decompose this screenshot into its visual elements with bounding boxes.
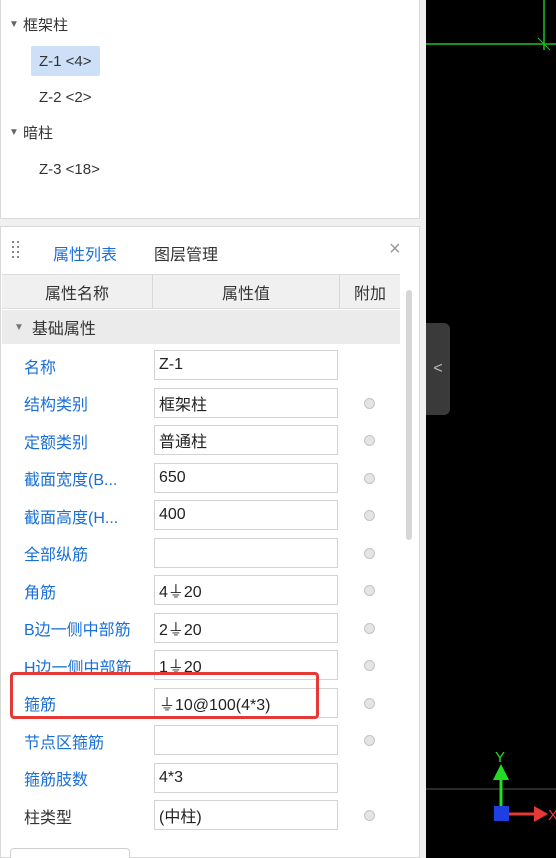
- caret-down-icon[interactable]: ▼: [9, 19, 23, 30]
- left-panel: ▼ 框架柱 Z-1 <4> Z-2 <2> ▼ 暗柱 Z-3 <18> 属性列表…: [0, 0, 426, 858]
- y-axis-arrow-icon: [493, 764, 509, 780]
- component-tree: ▼ 框架柱 Z-1 <4> Z-2 <2> ▼ 暗柱 Z-3 <18>: [0, 0, 420, 219]
- property-name: 结构类别: [24, 397, 89, 414]
- table-row[interactable]: 柱类型 (中柱): [2, 797, 400, 835]
- tab-layer-management[interactable]: 图层管理: [154, 241, 218, 264]
- origin-marker: [494, 806, 509, 821]
- property-value-input[interactable]: 650: [154, 462, 338, 493]
- collapse-panel-button[interactable]: <: [426, 323, 450, 415]
- drag-handle-icon[interactable]: [12, 241, 20, 259]
- property-name: 名称: [24, 359, 57, 377]
- property-value-input[interactable]: Z-1: [154, 350, 338, 380]
- property-name: 定额类别: [24, 434, 89, 452]
- tree-item-z3[interactable]: Z-3 <18>: [31, 154, 108, 184]
- extra-radio-icon[interactable]: [364, 810, 375, 821]
- chevron-left-icon: <: [433, 360, 443, 377]
- property-name: 节点区箍筋: [24, 734, 105, 752]
- property-value-input[interactable]: 普通柱: [154, 425, 338, 455]
- tree-item-z2[interactable]: Z-2 <2>: [31, 82, 100, 112]
- property-value-input[interactable]: 400: [154, 500, 338, 530]
- property-value-input[interactable]: [154, 537, 338, 568]
- column-header-name: 属性名称: [2, 275, 153, 309]
- bottom-button[interactable]: [10, 848, 130, 858]
- tree-group-label: 框架柱: [23, 16, 69, 34]
- table-row[interactable]: 截面宽度(B... 650: [2, 460, 400, 498]
- property-name: 截面高度(H...: [24, 509, 119, 527]
- extra-radio-icon[interactable]: [364, 735, 375, 746]
- extra-radio-icon[interactable]: [364, 472, 375, 484]
- tree-item-z1[interactable]: Z-1 <4>: [31, 46, 100, 76]
- table-header: 属性名称 属性值 附加: [2, 274, 400, 309]
- scrollbar-thumb[interactable]: [406, 290, 412, 540]
- close-icon[interactable]: ×: [389, 239, 401, 259]
- property-name: 全部纵筋: [24, 547, 89, 564]
- table-row[interactable]: 全部纵筋: [2, 535, 400, 573]
- property-name: 箍筋肢数: [24, 772, 89, 789]
- tree-group-hidden-column[interactable]: ▼ 暗柱: [9, 121, 53, 143]
- table-row[interactable]: 截面高度(H... 400: [2, 497, 400, 535]
- properties-panel: 属性列表 图层管理 × 属性名称 属性值 附加 ▼ 基础属性 名称 Z-1 结构类别…: [0, 226, 420, 858]
- extra-radio-icon[interactable]: [364, 660, 375, 671]
- highlight-annotation: [10, 672, 319, 719]
- property-value-input[interactable]: 框架柱: [154, 387, 338, 418]
- extra-radio-icon[interactable]: [364, 397, 375, 409]
- properties-header: 属性列表 图层管理 ×: [1, 227, 419, 273]
- x-axis-label: X: [548, 807, 556, 824]
- tree-group-label: 暗柱: [23, 124, 54, 142]
- column-header-extra: 附加: [353, 286, 386, 303]
- extra-radio-icon[interactable]: [364, 697, 375, 709]
- property-name: 柱类型: [24, 809, 73, 827]
- extra-radio-icon[interactable]: [364, 435, 375, 446]
- extra-radio-icon[interactable]: [364, 622, 375, 634]
- property-name: 角筋: [24, 584, 57, 602]
- table-row[interactable]: B边一侧中部筋 2⏚20: [2, 610, 400, 648]
- x-axis-arrow-icon: [534, 806, 548, 822]
- extra-radio-icon[interactable]: [364, 585, 375, 596]
- table-row[interactable]: 定额类别 普通柱: [2, 422, 400, 460]
- table-row[interactable]: 节点区箍筋: [2, 722, 400, 760]
- section-basic-properties[interactable]: ▼ 基础属性: [2, 310, 400, 344]
- extra-radio-icon[interactable]: [364, 547, 375, 559]
- canvas-svg: Y X: [426, 0, 556, 824]
- table-row[interactable]: 结构类别 框架柱: [2, 385, 400, 423]
- property-value-input[interactable]: 2⏚20: [154, 612, 338, 643]
- extra-radio-icon[interactable]: [364, 510, 375, 521]
- table-row[interactable]: 箍筋肢数 4*3: [2, 760, 400, 798]
- drawing-canvas[interactable]: Y X: [426, 0, 556, 858]
- y-axis-label: Y: [495, 749, 505, 766]
- property-value-input[interactable]: [154, 725, 338, 755]
- property-value-input[interactable]: (中柱): [154, 800, 338, 830]
- property-name: 截面宽度(B...: [24, 472, 118, 489]
- table-row[interactable]: 角筋 4⏚20: [2, 572, 400, 610]
- property-value-input[interactable]: 4*3: [154, 762, 338, 793]
- caret-down-icon[interactable]: ▼: [9, 127, 23, 138]
- property-name: B边一侧中部筋: [24, 622, 131, 639]
- caret-down-icon[interactable]: ▼: [14, 322, 24, 333]
- tab-property-list[interactable]: 属性列表: [53, 241, 117, 264]
- property-value-input[interactable]: 4⏚20: [154, 575, 338, 605]
- table-row[interactable]: 名称 Z-1: [2, 347, 400, 385]
- column-header-value: 属性值: [153, 275, 340, 309]
- tree-group-frame-column[interactable]: ▼ 框架柱: [9, 13, 68, 35]
